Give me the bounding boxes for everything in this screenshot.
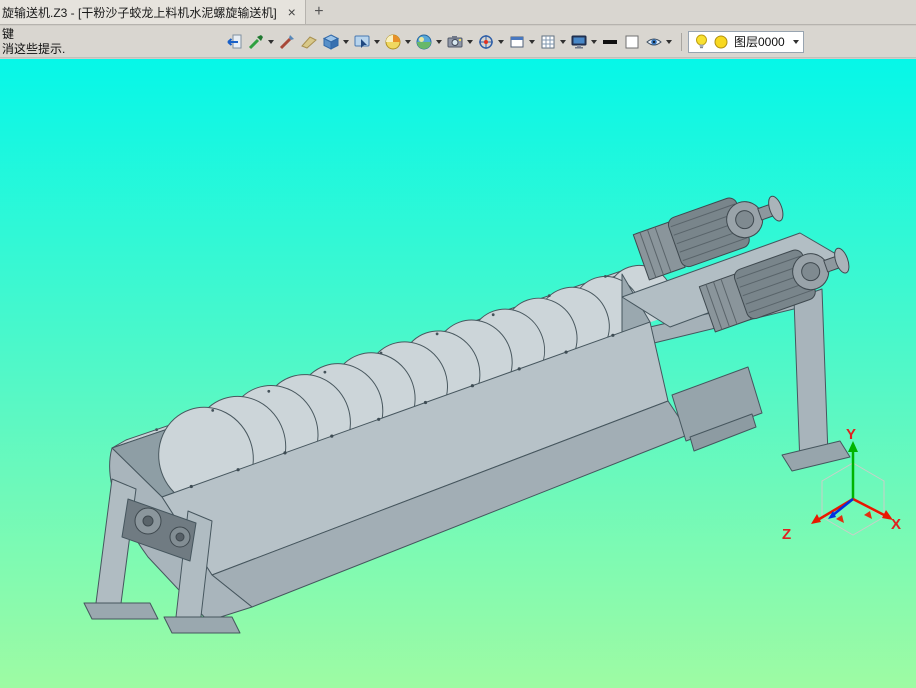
layer-select[interactable]: 图层0000 bbox=[688, 30, 804, 53]
visibility-eye-icon bbox=[646, 38, 662, 45]
view-cube-icon bbox=[322, 33, 340, 50]
sketch-pen-icon bbox=[279, 34, 294, 49]
layer-dropdown-arrow-icon[interactable] bbox=[792, 39, 799, 44]
color-wheel-button[interactable] bbox=[383, 30, 412, 54]
display-select-button[interactable] bbox=[352, 30, 381, 54]
camera-icon bbox=[447, 35, 463, 47]
triad-rotate-handle-icon[interactable] bbox=[836, 515, 844, 523]
line-width-button[interactable] bbox=[600, 30, 620, 54]
blank-swatch-icon bbox=[625, 35, 639, 48]
dropdown-arrow-icon bbox=[498, 39, 504, 44]
monitor-icon bbox=[571, 35, 587, 48]
z-axis-arrowhead-icon bbox=[811, 514, 821, 524]
locate-icon bbox=[479, 34, 493, 49]
dropdown-arrow-icon bbox=[374, 39, 380, 44]
right-support-column[interactable] bbox=[781, 288, 851, 472]
pick-filter-button[interactable] bbox=[246, 30, 275, 54]
prompt-hint: 键 消这些提示. bbox=[2, 27, 65, 57]
locate-button[interactable] bbox=[476, 30, 505, 54]
section-blade-icon bbox=[301, 35, 317, 49]
dropdown-arrow-icon bbox=[529, 39, 535, 44]
dropdown-arrow-icon bbox=[591, 39, 597, 44]
dropdown-arrow-icon bbox=[560, 39, 566, 44]
grid-icon bbox=[541, 35, 555, 48]
tab-bar: 旋输送机.Z3 - [干粉沙子蛟龙上料机水泥螺旋输送机] × + bbox=[0, 0, 916, 25]
dropdown-arrow-icon bbox=[268, 39, 274, 44]
viewport-canvas[interactable]: Y X Z bbox=[0, 59, 916, 688]
bulb-icon bbox=[696, 34, 707, 49]
dropdown-arrow-icon bbox=[666, 39, 672, 44]
y-axis-label: Y bbox=[846, 426, 856, 443]
monitor-button[interactable] bbox=[569, 30, 598, 54]
tab-title: 旋输送机.Z3 - [干粉沙子蛟龙上料机水泥螺旋输送机] bbox=[2, 5, 277, 20]
view-cube-button[interactable] bbox=[321, 30, 350, 54]
dropdown-arrow-icon bbox=[343, 39, 349, 44]
discharge-chute[interactable] bbox=[671, 366, 763, 452]
render-sphere-icon bbox=[416, 34, 432, 49]
render-sphere-button[interactable] bbox=[414, 30, 443, 54]
main-toolbar: 图层0000 bbox=[0, 26, 916, 58]
dropdown-arrow-icon bbox=[467, 39, 473, 44]
blank-swatch-button[interactable] bbox=[622, 30, 642, 54]
layer-color-swatch-icon bbox=[714, 35, 728, 48]
dropdown-arrow-icon bbox=[405, 39, 411, 44]
pick-filter-icon bbox=[248, 34, 263, 49]
layer-name: 图层0000 bbox=[734, 35, 785, 49]
z-axis-label: Z bbox=[782, 526, 791, 543]
grid-button[interactable] bbox=[538, 30, 567, 54]
exit-document-button[interactable] bbox=[224, 30, 244, 54]
window-button[interactable] bbox=[507, 30, 536, 54]
exit-document-icon bbox=[227, 34, 242, 48]
new-tab-button[interactable]: + bbox=[306, 0, 332, 24]
viewport-3d[interactable]: Y X Z bbox=[0, 59, 916, 688]
display-select-icon bbox=[354, 35, 370, 48]
section-blade-button[interactable] bbox=[299, 30, 319, 54]
camera-button[interactable] bbox=[445, 30, 474, 54]
document-tab[interactable]: 旋输送机.Z3 - [干粉沙子蛟龙上料机水泥螺旋输送机] × bbox=[0, 0, 306, 24]
view-axis-arrow[interactable] bbox=[832, 498, 854, 516]
dropdown-arrow-icon bbox=[436, 39, 442, 44]
x-axis-label: X bbox=[891, 516, 901, 533]
prompt-hint-line2: 消这些提示. bbox=[2, 42, 66, 56]
sketch-pen-button[interactable] bbox=[277, 30, 297, 54]
visibility-eye-button[interactable] bbox=[644, 30, 673, 54]
line-width-icon bbox=[603, 39, 617, 44]
application-window: 旋输送机.Z3 - [干粉沙子蛟龙上料机水泥螺旋输送机] × + 键 消这些提示… bbox=[0, 0, 916, 688]
toolbar-separator bbox=[681, 32, 682, 51]
screw-conveyor-model[interactable] bbox=[83, 181, 857, 634]
prompt-hint-line1: 键 bbox=[2, 27, 15, 41]
window-icon bbox=[510, 36, 524, 47]
triad-rotate-handle-icon[interactable] bbox=[864, 511, 872, 519]
color-wheel-icon bbox=[385, 34, 401, 49]
tab-close-button[interactable]: × bbox=[285, 5, 299, 19]
